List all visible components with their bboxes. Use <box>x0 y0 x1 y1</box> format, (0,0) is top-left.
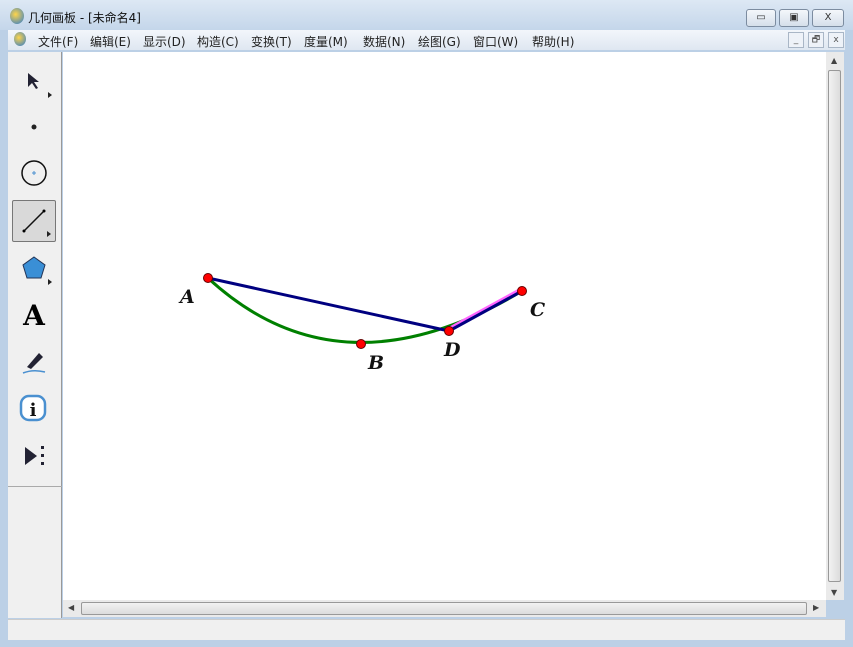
segment-ad[interactable] <box>207 276 450 333</box>
scroll-right-icon[interactable]: ▶ <box>813 603 819 612</box>
segment-dc-highlight <box>448 287 523 331</box>
geometry-drawing <box>203 273 527 349</box>
point-c[interactable] <box>517 286 527 296</box>
scroll-down-icon[interactable]: ▼ <box>831 588 837 597</box>
point-b[interactable] <box>356 339 366 349</box>
scroll-left-icon[interactable]: ◀ <box>68 603 74 612</box>
label-a[interactable]: A <box>180 286 195 308</box>
segment-dc[interactable] <box>448 289 523 333</box>
label-b[interactable]: B <box>368 352 384 374</box>
status-bar <box>8 619 845 640</box>
label-c[interactable]: C <box>530 299 545 321</box>
horizontal-scroll-thumb[interactable] <box>81 602 807 615</box>
vertical-scrollbar[interactable]: ▲ ▼ <box>826 52 844 600</box>
vertical-scroll-thumb[interactable] <box>828 70 841 582</box>
point-a[interactable] <box>203 273 213 283</box>
horizontal-scrollbar[interactable]: ◀ ▶ <box>63 600 826 617</box>
label-d[interactable]: D <box>444 339 460 361</box>
scroll-up-icon[interactable]: ▲ <box>831 56 837 65</box>
point-d[interactable] <box>444 326 454 336</box>
